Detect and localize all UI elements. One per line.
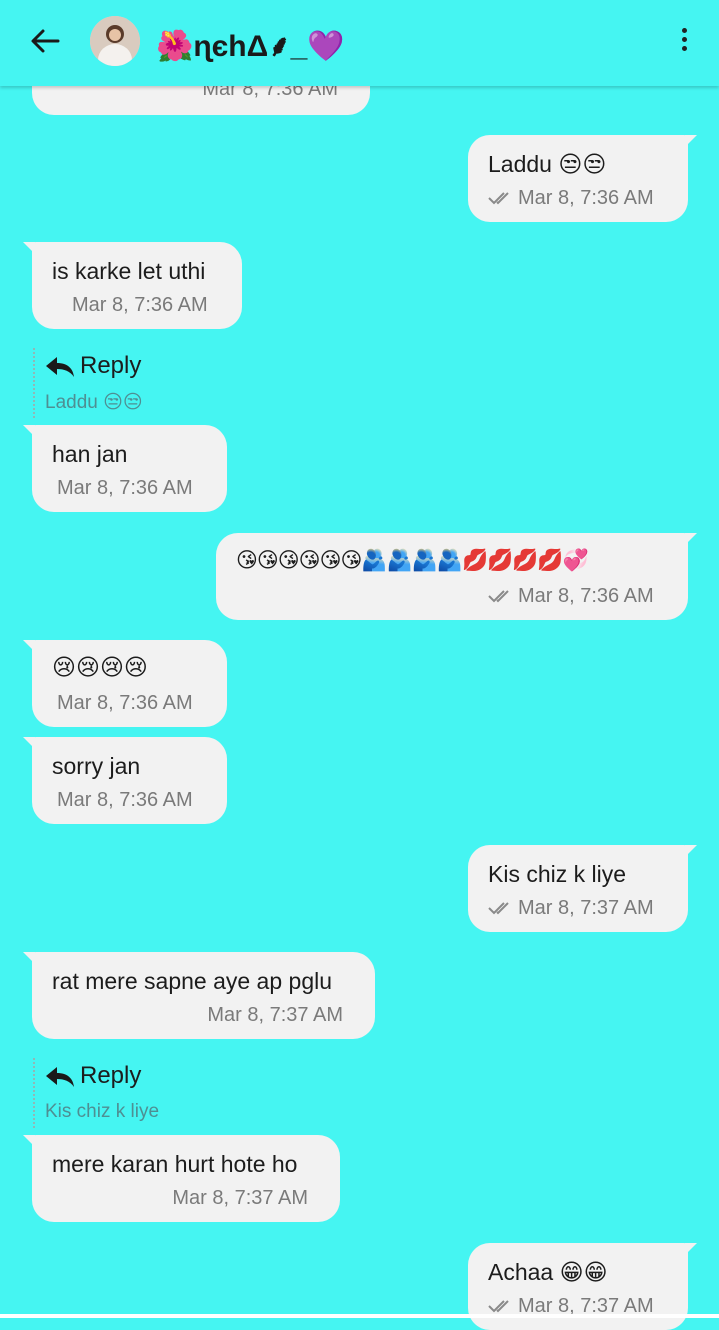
message-text: is karke let uthi: [52, 258, 206, 284]
message-time: Mar 8, 7:37 AM: [518, 897, 654, 919]
double-check-icon: [488, 1300, 509, 1313]
message-bubble-incoming[interactable]: rat mere sapne aye ap pglu Mar 8, 7:37 A…: [23, 952, 375, 1039]
message-time: Mar 8, 7:36 AM: [518, 585, 654, 607]
message-text: Laddu 😒😒: [488, 151, 607, 177]
reply-quote[interactable]: Kis chiz k liye: [45, 1101, 159, 1123]
reply-label: Reply: [80, 1062, 142, 1089]
message-bubble-incoming[interactable]: sorry jan Mar 8, 7:36 AM: [23, 737, 227, 824]
double-check-icon: [488, 902, 509, 915]
reply-quote[interactable]: Laddu 😒😒: [45, 391, 143, 414]
double-check-icon: [488, 590, 509, 603]
message-time: Mar 8, 7:36 AM: [57, 692, 193, 714]
message-time: Mar 8, 7:36 AM: [57, 477, 193, 499]
reply-label: Reply: [80, 352, 142, 379]
arrow-left-icon[interactable]: [28, 24, 62, 58]
reply-icon: [46, 1067, 74, 1087]
reply-icon: [46, 357, 74, 377]
message-bubble-incoming[interactable]: 😢😢😢😢 Mar 8, 7:36 AM: [23, 640, 227, 727]
avatar[interactable]: [90, 16, 140, 66]
message-time: Mar 8, 7:36 AM: [57, 789, 193, 811]
message-text: Achaa 😁😁: [488, 1259, 608, 1285]
message-text: Kis chiz k liye: [488, 861, 627, 887]
message-text: han jan: [52, 441, 128, 467]
reply-divider: [33, 1058, 35, 1128]
message-bubble-outgoing[interactable]: Laddu 😒😒 Mar 8, 7:36 AM: [468, 135, 697, 222]
message-bubble-incoming[interactable]: han jan Mar 8, 7:36 AM: [23, 425, 227, 512]
message-text: 😘😘😘😘😘😘🫂🫂🫂🫂💋💋💋💋💞: [236, 549, 589, 572]
message-bubble-outgoing[interactable]: Kis chiz k liye Mar 8, 7:37 AM: [468, 845, 697, 932]
chat-header: 🌺ɳєhΔ⸙_💜: [0, 0, 719, 86]
message-text: mere karan hurt hote ho: [52, 1151, 298, 1177]
reply-divider: [33, 348, 35, 418]
message-text: 😢😢😢😢: [52, 654, 148, 680]
message-time: Mar 8, 7:36 AM: [72, 294, 208, 316]
message-bubble-outgoing[interactable]: 😘😘😘😘😘😘🫂🫂🫂🫂💋💋💋💋💞 Mar 8, 7:36 AM: [216, 533, 697, 620]
message-time: Mar 8, 7:37 AM: [172, 1187, 308, 1209]
message-time: Mar 8, 7:36 AM: [518, 187, 654, 209]
double-check-icon: [488, 192, 509, 205]
contact-name[interactable]: 🌺ɳєhΔ⸙_💜: [156, 24, 345, 65]
message-time: Mar 8, 7:37 AM: [207, 1004, 343, 1026]
more-vertical-icon[interactable]: [676, 28, 692, 58]
message-bubble-incoming[interactable]: is karke let uthi Mar 8, 7:36 AM: [23, 242, 242, 329]
message-text: rat mere sapne aye ap pglu: [52, 968, 333, 994]
message-bubble-incoming[interactable]: mere karan hurt hote ho Mar 8, 7:37 AM: [23, 1135, 340, 1222]
bottom-edge: [0, 1314, 719, 1318]
message-text: sorry jan: [52, 753, 141, 779]
